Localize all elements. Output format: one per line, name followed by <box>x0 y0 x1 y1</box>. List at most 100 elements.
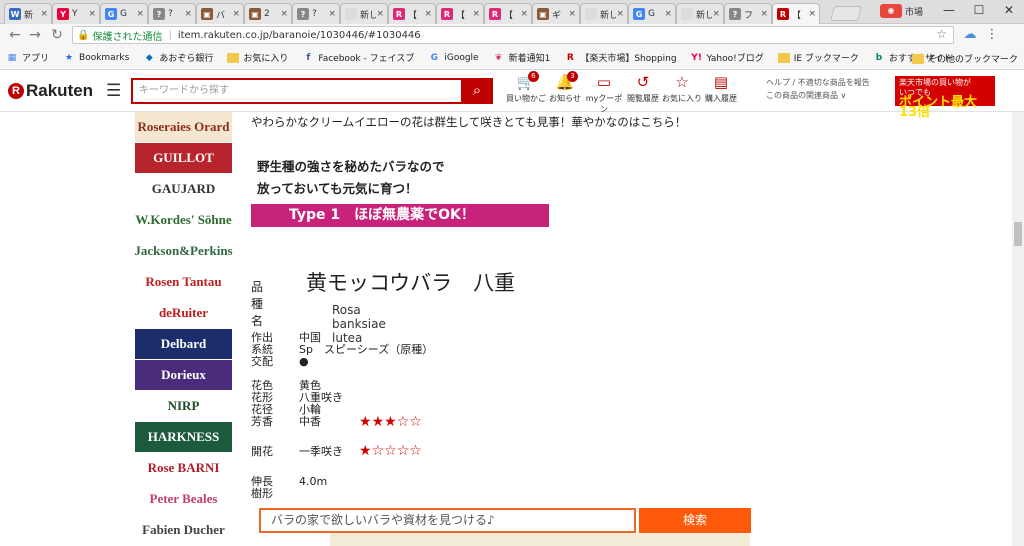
maker-logo[interactable]: Rose BARNI <box>135 453 232 483</box>
maker-logo[interactable]: Rosen Tantau <box>135 267 232 297</box>
scrollbar-thumb[interactable] <box>1014 222 1022 246</box>
tab-close-icon[interactable]: × <box>808 9 816 19</box>
tab-close-icon[interactable]: × <box>712 9 720 19</box>
maker-logo[interactable]: GAUJARD <box>135 174 232 204</box>
bookmark-item[interactable]: ▦ アプリ <box>6 51 50 65</box>
browser-tab[interactable]: W 新 × <box>4 3 52 24</box>
rakuten-logo[interactable]: R Rakuten <box>8 81 93 101</box>
maximize-button[interactable]: ☐ <box>964 0 994 22</box>
other-bookmarks[interactable]: その他のブックマーク <box>911 52 1018 65</box>
bookmark-star-icon[interactable]: ☆ <box>936 27 947 41</box>
browser-tab[interactable]: R 【 × <box>484 3 532 24</box>
bookmark-item[interactable]: GiGoogle <box>428 52 479 64</box>
maker-logo[interactable]: NIRP <box>135 391 232 421</box>
browser-tab[interactable]: ?? × <box>292 3 340 24</box>
maker-logo[interactable]: GUILLOT <box>135 143 232 173</box>
tab-close-icon[interactable]: × <box>88 9 96 19</box>
tab-favicon-icon: G <box>633 8 645 20</box>
address-bar[interactable]: 🔒 保護された通信 | item.rakuten.co.jp/baranoie/… <box>72 26 954 44</box>
bookmark-item[interactable]: Y! Yahoo!ブログ <box>691 51 763 65</box>
related-items-link[interactable]: この商品の関連商品 ∨ <box>766 89 870 102</box>
other-bookmarks-label: その他のブックマーク <box>927 55 1018 65</box>
browser-tab[interactable]: ?? × <box>148 3 196 24</box>
notifications-button[interactable]: 🔔 3 お知らせ <box>544 71 586 104</box>
back-icon[interactable]: ← <box>6 26 24 44</box>
bloom-rating: ★☆☆☆☆ <box>359 443 422 459</box>
purchase-history-button[interactable]: ▤ 購入履歴 <box>700 73 742 104</box>
profile-name[interactable]: 市場 <box>905 5 923 18</box>
cart-button[interactable]: 🛒 6 買い物かご <box>505 71 547 104</box>
browser-tab[interactable]: 新し × <box>340 3 388 24</box>
rakuten-search-button[interactable]: ⌕ <box>461 78 493 104</box>
bookmark-item[interactable]: f Facebook - フェイスブ <box>302 51 414 65</box>
cloud-extension-icon[interactable]: ☁ <box>962 27 978 43</box>
tab-close-icon[interactable]: × <box>184 9 192 19</box>
maker-logo[interactable]: HARKNESS <box>135 422 232 452</box>
browser-tab[interactable]: ▣ ギ × <box>532 3 580 24</box>
browser-tab[interactable]: ▣ 2 × <box>244 3 292 24</box>
bookmark-item[interactable]: ★ Bookmarks <box>63 52 129 64</box>
help-link[interactable]: ヘルプ / 不適切な商品を報告 <box>766 76 870 89</box>
maker-logo[interactable]: deRuiter <box>135 298 232 328</box>
store-search-input[interactable]: バラの家で欲しいバラや資材を見つける♪ <box>259 508 636 533</box>
url-text[interactable]: item.rakuten.co.jp/baranoie/1030446/#103… <box>178 30 421 41</box>
browser-tab[interactable]: R 【 × <box>388 3 436 24</box>
bookmark-item[interactable]: R 【楽天市場】Shopping <box>564 51 677 65</box>
tab-close-icon[interactable]: × <box>136 9 144 19</box>
maker-logo[interactable]: Roseraies Orard <box>135 112 232 142</box>
tab-close-icon[interactable]: × <box>760 9 768 19</box>
tab-strip: W 新 × Y Y × G G ×?? × ▣ バ × ▣ 2 ×?? × 新し × R 【× R 【× R 【× ▣ ギ × 新し × G… <box>0 0 1024 24</box>
bookmark-item[interactable]: お気に入り <box>227 51 288 64</box>
maker-logo[interactable]: Delbard <box>135 329 232 359</box>
minimize-button[interactable]: — <box>934 0 964 22</box>
browser-tab[interactable]: 新し × <box>580 3 628 24</box>
browser-tab[interactable]: R 【 × <box>436 3 484 24</box>
hamburger-menu-icon[interactable]: ☰ <box>106 81 121 101</box>
menu-dots-icon[interactable]: ⋮ <box>984 27 1000 43</box>
rakuten-search-input[interactable]: キーワードから探す <box>131 78 462 104</box>
tab-close-icon[interactable]: × <box>472 9 480 19</box>
browser-tab[interactable]: Y Y × <box>52 3 100 24</box>
browser-tab[interactable]: 新し × <box>676 3 724 24</box>
maker-logo[interactable]: W.Kordes' Söhne <box>135 205 232 235</box>
tab-close-icon[interactable]: × <box>568 9 576 19</box>
history-button[interactable]: ↺ 閲覧履歴 <box>622 73 664 104</box>
tab-close-icon[interactable]: × <box>40 9 48 19</box>
forward-icon[interactable]: → <box>26 26 44 44</box>
browser-tab[interactable]: G G × <box>100 3 148 24</box>
profile-icon[interactable]: ◉ <box>880 4 902 18</box>
tab-close-icon[interactable]: × <box>664 9 672 19</box>
browser-tab[interactable]: ? フ × <box>724 3 772 24</box>
my-coupon-button[interactable]: ▭ myクーポン <box>583 73 625 115</box>
maker-logo[interactable]: Fabien Ducher <box>135 515 232 545</box>
bookmark-item[interactable]: IE ブックマーク <box>777 51 859 64</box>
notifications-icon: 🔔 3 <box>544 71 586 93</box>
tab-title: ? <box>312 9 317 19</box>
maker-logo[interactable]: Dorieux <box>135 360 232 390</box>
bookmark-item[interactable]: ❦ 新着通知1 <box>493 51 551 65</box>
spec-value: 4.0m <box>299 475 328 488</box>
tab-close-icon[interactable]: × <box>376 9 384 19</box>
bookmark-label: お気に入り <box>243 54 289 64</box>
bookmark-item[interactable]: ◆ あおぞら銀行 <box>143 51 213 65</box>
tab-close-icon[interactable]: × <box>280 9 288 19</box>
tab-close-icon[interactable]: × <box>520 9 528 19</box>
new-tab-button[interactable] <box>829 6 863 21</box>
close-window-button[interactable]: ✕ <box>994 0 1024 22</box>
reload-icon[interactable]: ↻ <box>48 26 66 44</box>
tab-close-icon[interactable]: × <box>616 9 624 19</box>
store-search-button[interactable]: 検索 <box>639 508 751 533</box>
maker-logo[interactable]: Jackson&Perkins <box>134 236 233 266</box>
maker-logo[interactable]: Peter Beales <box>135 484 232 514</box>
favorites-button[interactable]: ☆ お気に入り <box>661 73 703 104</box>
tab-close-icon[interactable]: × <box>328 9 336 19</box>
browser-tab[interactable]: G G × <box>628 3 676 24</box>
tab-close-icon[interactable]: × <box>232 9 240 19</box>
tab-close-icon[interactable]: × <box>424 9 432 19</box>
bookmark-label: アプリ <box>22 54 50 64</box>
page-scrollbar[interactable] <box>1012 112 1024 546</box>
point-banner[interactable]: 楽天市場の買い物が いつでも ポイント最大13倍 <box>895 76 995 119</box>
browser-tab[interactable]: ▣ バ × <box>196 3 244 24</box>
help-links[interactable]: ヘルプ / 不適切な商品を報告 この商品の関連商品 ∨ <box>766 76 870 102</box>
browser-tab[interactable]: R 【 × <box>772 3 820 24</box>
